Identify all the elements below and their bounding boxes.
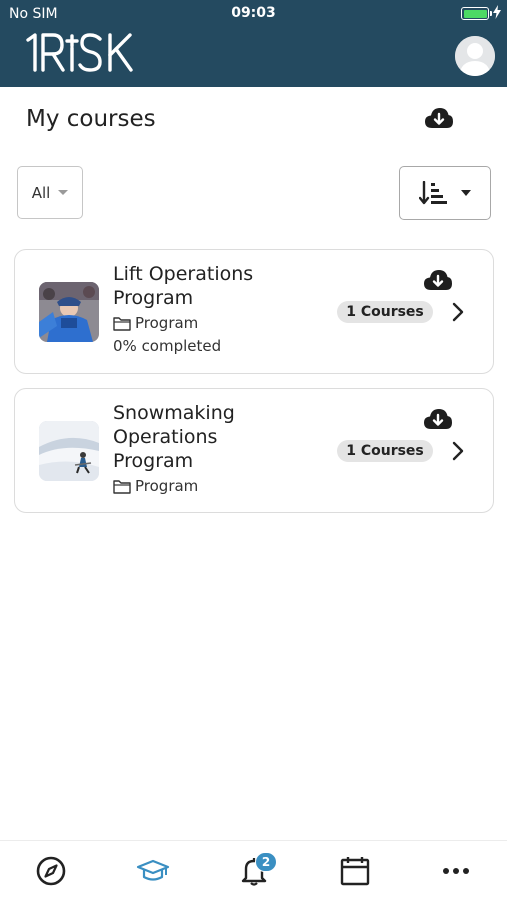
- chevron-right-icon[interactable]: [451, 441, 465, 461]
- course-filter-value: All: [31, 183, 51, 202]
- app-header: No SIM 09:03: [0, 0, 507, 87]
- cloud-download-icon[interactable]: [424, 106, 454, 132]
- tab-my-courses[interactable]: [133, 851, 173, 891]
- tab-more[interactable]: [436, 851, 476, 891]
- graduation-cap-icon: [136, 859, 170, 881]
- course-type: Program: [113, 475, 323, 497]
- cloud-download-icon[interactable]: [423, 408, 453, 432]
- course-info: Lift Operations Program Program 0% compl…: [113, 262, 323, 355]
- course-title: Snowmaking Operations Program: [113, 402, 235, 472]
- clock: 09:03: [231, 5, 276, 21]
- charging-icon: [493, 5, 501, 19]
- chevron-right-icon[interactable]: [451, 302, 465, 322]
- status-bar: No SIM 09:03: [0, 0, 507, 28]
- course-progress: 0% completed: [113, 337, 222, 355]
- page-title: My courses: [26, 106, 156, 132]
- user-avatar-icon: [455, 36, 495, 76]
- cloud-download-icon[interactable]: [423, 269, 453, 293]
- chevron-down-icon: [58, 190, 69, 195]
- course-title: Lift Operations Program: [113, 263, 254, 309]
- user-avatar[interactable]: [455, 36, 495, 76]
- compass-icon: [36, 856, 66, 886]
- course-count-badge: 1 Courses: [337, 301, 433, 323]
- sort-amount-down-icon: [419, 181, 447, 205]
- course-thumbnail: [39, 282, 99, 342]
- tab-calendar[interactable]: [335, 851, 375, 891]
- course-count-badge: 1 Courses: [337, 440, 433, 462]
- course-thumbnail: [39, 421, 99, 481]
- bottom-tab-bar: 2: [0, 840, 507, 900]
- folder-icon: [113, 479, 131, 494]
- course-type: Program: [113, 312, 323, 334]
- app-logo: [26, 33, 133, 72]
- notification-count-badge: 2: [255, 852, 277, 872]
- course-card[interactable]: Snowmaking Operations Program Program 1 …: [14, 388, 494, 513]
- chevron-down-icon: [461, 190, 471, 196]
- tab-explore[interactable]: [31, 851, 71, 891]
- folder-icon: [113, 316, 131, 331]
- calendar-icon: [340, 857, 370, 886]
- course-info: Snowmaking Operations Program Program: [113, 401, 323, 497]
- course-card[interactable]: Lift Operations Program Program 0% compl…: [14, 249, 494, 374]
- more-icon: [443, 868, 469, 874]
- battery-level: [463, 9, 487, 18]
- sort-button[interactable]: [399, 166, 491, 220]
- tab-notifications[interactable]: 2: [234, 851, 277, 891]
- course-filter-select[interactable]: All: [17, 166, 83, 219]
- battery-icon: [461, 7, 492, 20]
